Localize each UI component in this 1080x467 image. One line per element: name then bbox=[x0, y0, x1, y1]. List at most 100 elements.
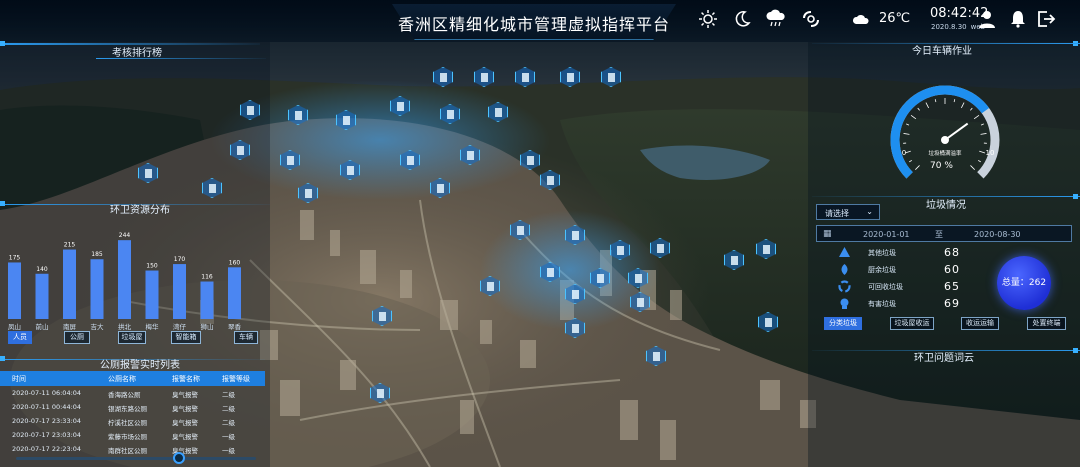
resources-bar-chart: 175 凤山 140 前山 215 南屏 185 吉大 244 拱北 150 梅华 170 湾仔 116 狮山… bbox=[8, 232, 242, 331]
panel-marker bbox=[1073, 194, 1078, 199]
bar-湾仔[interactable] bbox=[173, 264, 186, 319]
kitchen-waste-icon bbox=[841, 264, 848, 275]
gauge-percent: 70 % bbox=[930, 161, 953, 171]
btn-garbage-house[interactable]: 垃圾屋收运 bbox=[890, 317, 934, 330]
tab-resource-4[interactable]: 车辆 bbox=[234, 331, 258, 344]
gauge-tick bbox=[915, 165, 920, 170]
timeline-scrollbar[interactable] bbox=[16, 457, 256, 460]
btn-classified-garbage[interactable]: 分类垃圾 bbox=[824, 317, 862, 330]
gauge-tick bbox=[910, 114, 917, 120]
cell-toilet: 紫藤市场公厕 bbox=[108, 433, 147, 441]
cell-alarm: 臭气报警 bbox=[172, 419, 198, 427]
date-range-picker[interactable]: ▦ 2020-01-01 至 2020-08-30 bbox=[816, 225, 1072, 242]
gauge-hub bbox=[941, 136, 949, 144]
cell-time: 2020-07-17 22:23:04 bbox=[12, 445, 82, 453]
bar-梅华[interactable] bbox=[145, 270, 159, 319]
resources-panel-title: 环卫资源分布 bbox=[110, 205, 170, 216]
table-row[interactable]: 2020-07-11 00:44:04 银湖东路公厕 臭气报警 二级 bbox=[0, 400, 265, 414]
temperature: 26℃ bbox=[879, 11, 911, 26]
bar-value-label: 116 bbox=[201, 274, 213, 281]
vehicles-panel-title: 今日车辆作业 bbox=[912, 46, 972, 57]
table-row[interactable]: 2020-07-17 23:03:04 紫藤市场公厕 臭气报警 一级 bbox=[0, 428, 265, 442]
typhoon-icon[interactable] bbox=[801, 9, 821, 29]
tab-resource-0[interactable]: 人员 bbox=[8, 331, 32, 344]
cell-level: 二级 bbox=[222, 405, 235, 413]
tab-resource-2[interactable]: 垃圾屋 bbox=[118, 331, 146, 344]
bar-前山[interactable] bbox=[35, 273, 49, 319]
col-time-header: 时间 bbox=[12, 375, 26, 383]
garbage-label: 可回收垃圾 bbox=[868, 283, 903, 291]
tab-resource-3[interactable]: 智能箱 bbox=[171, 331, 201, 344]
x-tick-label: 拱北 bbox=[118, 322, 132, 331]
gauge-needle bbox=[944, 122, 969, 141]
x-tick-label: 翠香 bbox=[228, 322, 242, 331]
table-row[interactable]: 2020-07-17 22:23:04 南群社区公厕 臭气报警 一级 bbox=[0, 442, 265, 456]
garbage-panel-title: 垃圾情况 bbox=[926, 200, 966, 211]
panel-rule bbox=[96, 58, 266, 59]
tab-resource-1[interactable]: 公厕 bbox=[64, 331, 90, 344]
bar-拱北[interactable] bbox=[118, 240, 131, 319]
cell-alarm: 臭气报警 bbox=[172, 391, 198, 399]
region-select[interactable]: 请选择 ⌄ bbox=[816, 204, 880, 220]
logout-icon[interactable] bbox=[1036, 9, 1056, 29]
bar-value-label: 160 bbox=[229, 259, 241, 266]
gauge-tick bbox=[953, 99, 956, 103]
hazardous-waste-icon bbox=[840, 298, 849, 309]
btn-disposal[interactable]: 处置终端 bbox=[1027, 317, 1066, 330]
gauge-tick bbox=[908, 160, 912, 163]
page-title: 香洲区精细化城市管理虚拟指挥平台 bbox=[397, 15, 670, 34]
calendar-icon: ▦ bbox=[823, 229, 832, 239]
gauge-tick bbox=[906, 123, 910, 126]
bell-icon[interactable] bbox=[1008, 9, 1028, 29]
moon-icon[interactable] bbox=[732, 9, 752, 29]
x-tick-label: 狮山 bbox=[201, 322, 214, 331]
garbage-row-recycle: 可回收垃圾 65 bbox=[838, 279, 978, 295]
assessment-panel-title: 考核排行榜 bbox=[112, 48, 162, 59]
table-row[interactable]: 2020-07-17 23:33:04 柠溪社区公厕 臭气报警 二级 bbox=[0, 414, 265, 428]
panel-marker bbox=[0, 41, 5, 46]
user-icon[interactable] bbox=[977, 9, 997, 29]
bar-翠香[interactable] bbox=[228, 267, 241, 319]
bar-南屏[interactable] bbox=[63, 249, 76, 319]
gauge-tick bbox=[925, 102, 930, 109]
alarm-table: 时间 公厕名称 报警名称 报警等级 2020-07-11 06:04:04 香海… bbox=[0, 371, 265, 456]
bar-吉大[interactable] bbox=[90, 259, 104, 319]
garbage-row-hazardous: 有害垃圾 69 bbox=[838, 296, 978, 312]
btn-transport[interactable]: 收运运输 bbox=[961, 317, 999, 330]
col-level-header: 报警等级 bbox=[222, 375, 250, 383]
cell-toilet: 银湖东路公厕 bbox=[108, 405, 147, 413]
cell-level: 一级 bbox=[222, 433, 235, 441]
col-alarm-header: 报警名称 bbox=[172, 375, 200, 383]
alarm-panel-title: 公厕报警实时列表 bbox=[100, 360, 180, 371]
cell-toilet: 香海路公厕 bbox=[108, 391, 141, 399]
bar-value-label: 175 bbox=[9, 254, 21, 261]
table-row[interactable]: 2020-07-11 06:04:04 香海路公厕 臭气报警 二级 bbox=[0, 386, 265, 400]
gauge-ticks bbox=[903, 98, 987, 170]
cell-level: 二级 bbox=[222, 419, 235, 427]
bar-value-label: 185 bbox=[91, 251, 103, 258]
cell-alarm: 臭气报警 bbox=[172, 405, 198, 413]
timeline-scroll-thumb[interactable] bbox=[173, 452, 185, 464]
garbage-value: 60 bbox=[944, 263, 960, 276]
top-header-bar: 香洲区精细化城市管理虚拟指挥平台 26℃ 08:42:42 2020.8.30 w… bbox=[0, 0, 1080, 42]
bar-value-label: 150 bbox=[146, 263, 158, 270]
gauge-tick bbox=[970, 165, 975, 170]
garbage-total-badge: 总量：262 bbox=[997, 256, 1051, 310]
cell-toilet: 柠溪社区公厕 bbox=[108, 419, 147, 427]
cell-time: 2020-07-17 23:33:04 bbox=[12, 417, 82, 425]
sun-icon[interactable] bbox=[698, 9, 718, 29]
date-start: 2020-01-01 bbox=[863, 230, 910, 239]
wordcloud-panel-title: 环卫问题词云 bbox=[914, 353, 974, 364]
cell-time: 2020-07-11 06:04:04 bbox=[12, 389, 82, 397]
bar-凤山[interactable] bbox=[8, 262, 21, 319]
panel-marker bbox=[1073, 348, 1078, 353]
cell-time: 2020-07-11 00:44:04 bbox=[12, 403, 82, 411]
gauge-label: 垃圾桶满溢率 bbox=[928, 149, 962, 157]
cell-toilet: 南群社区公厕 bbox=[108, 447, 147, 455]
bar-狮山[interactable] bbox=[200, 281, 214, 319]
gauge-tick bbox=[978, 160, 982, 163]
gauge-tick bbox=[970, 107, 973, 111]
rain-cloud-icon[interactable] bbox=[765, 9, 787, 29]
garbage-row-other: 其他垃圾 68 bbox=[838, 245, 978, 261]
bar-value-label: 170 bbox=[174, 256, 186, 263]
